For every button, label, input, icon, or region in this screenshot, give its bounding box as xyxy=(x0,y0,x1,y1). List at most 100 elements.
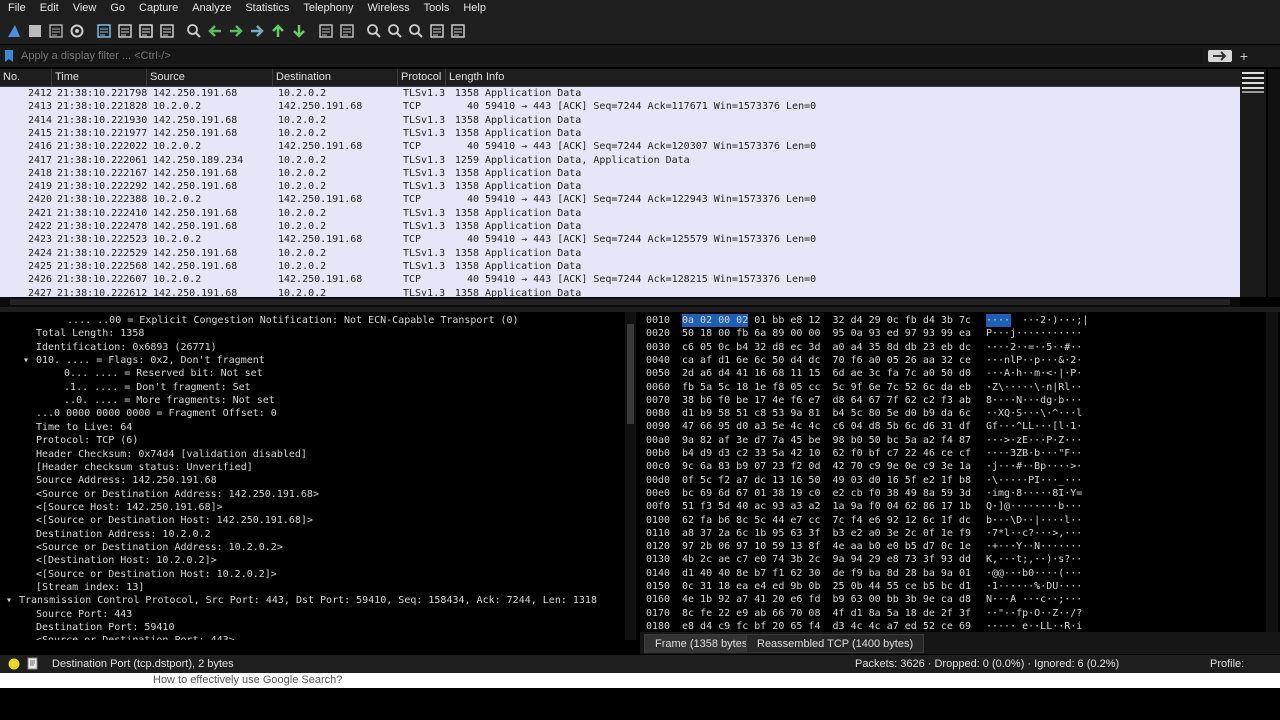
menu-tools[interactable]: Tools xyxy=(416,0,456,17)
first-packet-icon[interactable] xyxy=(268,21,288,41)
details-tree-item[interactable]: 0... .... = Reserved bit: Not set xyxy=(52,367,263,380)
column-time[interactable]: Time xyxy=(52,69,147,86)
packet-row[interactable]: 2420 21:38:10.222388 10.2.0.2 142.250.191.6… xyxy=(0,193,1240,206)
layout-icon[interactable] xyxy=(448,21,468,41)
resize-columns-icon[interactable] xyxy=(427,21,447,41)
details-tree-item[interactable]: <[Destination Host: 10.2.0.2]> xyxy=(36,554,217,567)
details-tree-item[interactable]: Destination Address: 10.2.0.2 xyxy=(36,528,211,541)
add-filter-button[interactable]: + xyxy=(1237,48,1251,64)
details-tree-item[interactable]: 010. .... = Flags: 0x2, Don't fragment xyxy=(36,354,265,367)
menu-help[interactable]: Help xyxy=(455,0,492,17)
details-tree-item[interactable]: Total Length: 1358 xyxy=(36,327,144,340)
column-destination[interactable]: Destination xyxy=(273,69,398,86)
details-tree-item[interactable]: [Header checksum status: Unverified] xyxy=(36,461,253,474)
shark-fin-icon[interactable] xyxy=(4,21,24,41)
save-file-icon[interactable] xyxy=(115,21,135,41)
column-source[interactable]: Source xyxy=(147,69,273,86)
reload-icon[interactable] xyxy=(157,21,177,41)
tab-reassembled-tcp[interactable]: Reassembled TCP (1400 bytes) xyxy=(746,634,925,653)
packet-row[interactable]: 2412 21:38:10.221798 142.250.191.68 10.2.0.… xyxy=(0,87,1240,100)
apply-filter-arrow-icon[interactable] xyxy=(1208,49,1232,63)
packet-row[interactable]: 2424 21:38:10.222529 142.250.191.68 10.2.0.… xyxy=(0,247,1240,260)
packet-row[interactable]: 2426 21:38:10.222607 10.2.0.2 142.250.191.6… xyxy=(0,273,1240,286)
packet-row[interactable]: 2422 21:38:10.222478 142.250.191.68 10.2.0.… xyxy=(0,220,1240,233)
zoom-out-icon[interactable] xyxy=(385,21,405,41)
packet-row[interactable]: 2415 21:38:10.221977 142.250.191.68 10.2.0.… xyxy=(0,127,1240,140)
capture-comment-icon[interactable] xyxy=(27,657,39,670)
bookmark-icon[interactable] xyxy=(5,50,13,62)
packet-row[interactable]: 2413 21:38:10.221828 10.2.0.2 142.250.191.6… xyxy=(0,100,1240,113)
details-tree-item[interactable]: Header Checksum: 0x74d4 [validation disa… xyxy=(36,448,307,461)
details-tree-item[interactable]: Source Address: 142.250.191.68 xyxy=(36,474,217,487)
packet-bytes-pane[interactable]: 0010 0a 02 00 02 01 bb e8 12 32 d4 29 0c … xyxy=(640,312,1265,630)
details-tree-item[interactable]: Identification: 0x6893 (26771) xyxy=(36,341,217,354)
packet-row[interactable]: 2419 21:38:10.222292 142.250.191.68 10.2.0.… xyxy=(0,180,1240,193)
menu-edit[interactable]: Edit xyxy=(32,0,65,17)
details-tree-item[interactable]: Destination Port: 59410 xyxy=(36,621,174,634)
packet-list[interactable]: 2412 21:38:10.221798 142.250.191.68 10.2.0.… xyxy=(0,87,1240,297)
packet-row[interactable]: 2417 21:38:10.222061 142.250.189.234 10.2.0… xyxy=(0,154,1240,167)
options-gear-icon[interactable] xyxy=(67,21,87,41)
menu-file[interactable]: File xyxy=(0,0,32,17)
details-tree-item[interactable]: <Source or Destination Address: 142.250.… xyxy=(36,488,319,501)
stop-icon[interactable] xyxy=(25,21,45,41)
expert-info-icon[interactable] xyxy=(8,658,20,670)
menu-capture[interactable]: Capture xyxy=(131,0,184,17)
packet-row[interactable]: 2425 21:38:10.222568 142.250.191.68 10.2.0.… xyxy=(0,260,1240,273)
menu-view[interactable]: View xyxy=(65,0,103,17)
forward-arrow-icon[interactable] xyxy=(226,21,246,41)
menu-wireless[interactable]: Wireless xyxy=(360,0,416,17)
last-packet-icon[interactable] xyxy=(289,21,309,41)
details-tree-item[interactable]: .... ..00 = Explicit Congestion Notifica… xyxy=(55,314,519,327)
expand-chevron-icon[interactable]: ▾ xyxy=(23,354,29,367)
packet-list-hscrollbar[interactable] xyxy=(0,297,1240,307)
packet-row[interactable]: 2423 21:38:10.222523 10.2.0.2 142.250.191.6… xyxy=(0,233,1240,246)
restart-icon[interactable] xyxy=(46,21,66,41)
column-length[interactable]: Length xyxy=(446,69,486,86)
hex-ascii: K,···t;,··)·s?·· xyxy=(986,554,1083,566)
details-tree-item[interactable]: .1.. .... = Don't fragment: Set xyxy=(52,381,251,394)
menu-go[interactable]: Go xyxy=(102,0,131,17)
details-tree-item[interactable]: ...0 0000 0000 0000 = Fragment Offset: 0 xyxy=(36,407,277,420)
display-filter-input[interactable] xyxy=(18,48,1203,64)
menu-analyze[interactable]: Analyze xyxy=(184,0,237,17)
details-tree-item[interactable]: Time to Live: 64 xyxy=(36,421,132,434)
packet-row[interactable]: 2427 21:38:10.222612 142.250.191.68 10.2.0.… xyxy=(0,287,1240,298)
packet-row[interactable]: 2418 21:38:10.222167 142.250.191.68 10.2.0.… xyxy=(0,167,1240,180)
zoom-reset-icon[interactable] xyxy=(406,21,426,41)
tab-frame-bytes[interactable]: Frame (1358 bytes) xyxy=(644,634,762,653)
details-tree-item[interactable]: Protocol: TCP (6) xyxy=(36,434,138,447)
details-tree-item[interactable]: Source Port: 443 xyxy=(36,608,132,621)
column-info[interactable]: Info xyxy=(483,69,1240,86)
column-no[interactable]: No. xyxy=(0,69,52,86)
column-protocol[interactable]: Protocol xyxy=(398,69,446,86)
packet-row[interactable]: 2421 21:38:10.222410 142.250.191.68 10.2.0.… xyxy=(0,207,1240,220)
details-tree-item[interactable]: Transmission Control Protocol, Src Port:… xyxy=(19,594,597,607)
menu-statistics[interactable]: Statistics xyxy=(237,0,295,17)
expand-chevron-icon[interactable]: ▾ xyxy=(6,594,12,607)
packet-minimap[interactable] xyxy=(1240,69,1266,297)
packet-row[interactable]: 2416 21:38:10.222022 10.2.0.2 142.250.191.6… xyxy=(0,140,1240,153)
find-icon[interactable] xyxy=(184,21,204,41)
details-tree-item[interactable]: [Stream index: 13] xyxy=(36,581,144,594)
goto-packet-icon[interactable] xyxy=(247,21,267,41)
open-file-icon[interactable] xyxy=(94,21,114,41)
packet-row[interactable]: 2414 21:38:10.221930 142.250.191.68 10.2.0.… xyxy=(0,114,1240,127)
autoscroll-icon[interactable] xyxy=(316,21,336,41)
details-tree-item[interactable]: <Source or Destination Port: 443> xyxy=(36,634,235,640)
details-scrollbar[interactable] xyxy=(625,312,636,640)
details-tree-item[interactable]: <Source or Destination Address: 10.2.0.2… xyxy=(36,541,283,554)
back-arrow-icon[interactable] xyxy=(205,21,225,41)
colorize-icon[interactable] xyxy=(337,21,357,41)
details-tree-item[interactable]: <[Source or Destination Host: 142.250.19… xyxy=(36,514,313,527)
packet-list-scrollbar[interactable] xyxy=(1268,69,1280,297)
close-file-icon[interactable] xyxy=(136,21,156,41)
menu-telephony[interactable]: Telephony xyxy=(295,0,359,17)
details-tree-item[interactable]: <[Source or Destination Host: 10.2.0.2]> xyxy=(36,568,277,581)
details-tree-item[interactable]: <[Source Host: 142.250.191.68]> xyxy=(36,501,223,514)
zoom-in-icon[interactable] xyxy=(364,21,384,41)
bytes-scrollbar[interactable] xyxy=(1266,312,1278,632)
details-tree-item[interactable]: ..0. .... = More fragments: Not set xyxy=(52,394,275,407)
packet-details-tree[interactable]: .... ..00 = Explicit Congestion Notifica… xyxy=(0,312,625,640)
hex-offset: 0140 xyxy=(646,567,671,579)
